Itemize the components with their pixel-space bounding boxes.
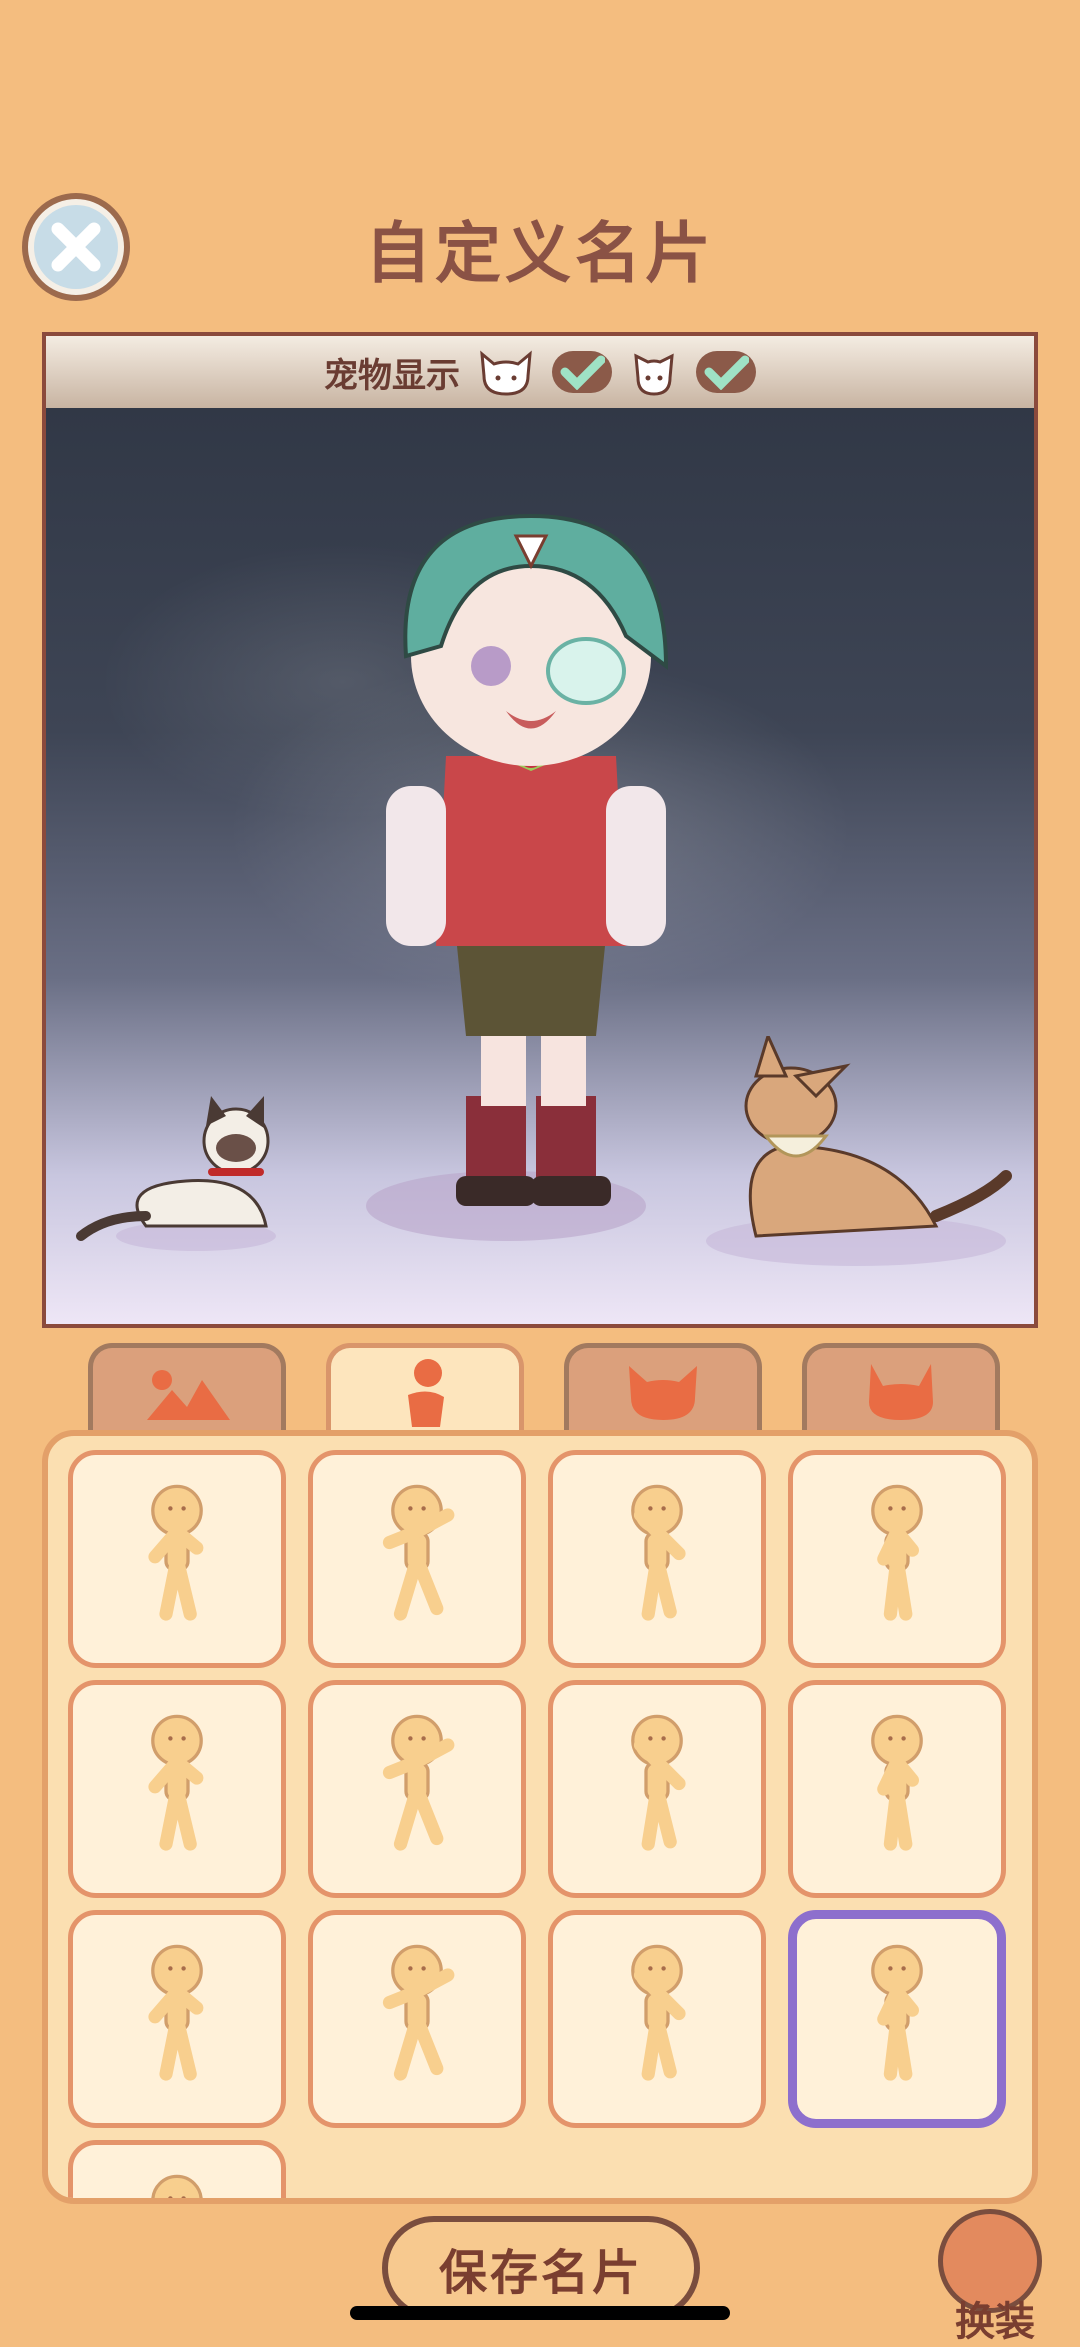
home-indicator	[350, 2306, 730, 2320]
pose-panel	[42, 1430, 1038, 2204]
page-title: 自定义名片	[365, 215, 715, 292]
check-icon	[704, 355, 749, 390]
save-card-button[interactable]: 保存名片	[382, 2216, 700, 2320]
dress-up-button[interactable]: 换装	[930, 2205, 1060, 2345]
pose-figure-icon	[631, 1484, 686, 1621]
pose-icon	[408, 1358, 444, 1427]
pose-option[interactable]	[68, 2140, 286, 2198]
cat-icon	[480, 350, 532, 396]
pose-option[interactable]	[788, 1450, 1006, 1668]
category-tabs	[88, 1343, 1000, 1435]
pose-option[interactable]	[548, 1910, 766, 2128]
pose-figure-icon	[382, 1484, 455, 1621]
background-icon	[147, 1369, 230, 1420]
pose-figure-icon	[871, 1714, 923, 1851]
tab-pose[interactable]	[326, 1343, 524, 1435]
pet-display-bar: 宠物显示	[46, 336, 1034, 408]
check-icon	[560, 355, 605, 390]
pose-grid	[68, 1450, 1006, 2198]
cat-icon	[629, 1365, 697, 1420]
pose-figure-icon	[631, 1714, 686, 1851]
tab-background[interactable]	[88, 1343, 286, 1435]
pose-option[interactable]	[788, 1910, 1006, 2128]
pose-option[interactable]	[308, 1680, 526, 1898]
pose-option[interactable]	[68, 1680, 286, 1898]
pose-figure-icon	[151, 2174, 203, 2198]
pose-option[interactable]	[68, 1450, 286, 1668]
pose-option[interactable]	[788, 1680, 1006, 1898]
pose-figure-icon	[148, 1484, 204, 1621]
cat-icon	[869, 1363, 933, 1420]
card-preview: 宠物显示	[42, 332, 1038, 1328]
pet-display-label: 宠物显示	[324, 355, 460, 396]
dog-pet	[706, 1036, 1012, 1266]
pose-option[interactable]	[68, 1910, 286, 2128]
cat-toggle[interactable]	[552, 351, 612, 393]
pose-figure-icon	[871, 1484, 923, 1621]
tab-cat[interactable]	[564, 1343, 762, 1435]
pose-figure-icon	[382, 1944, 455, 2081]
pose-option[interactable]	[308, 1450, 526, 1668]
cat-pet	[76, 1096, 276, 1251]
dog-toggle[interactable]	[696, 351, 756, 393]
pose-figure-icon	[382, 1714, 455, 1851]
pose-figure-icon	[148, 1944, 204, 2081]
dress-up-label: 换装	[955, 2299, 1035, 2345]
pose-option[interactable]	[548, 1680, 766, 1898]
pose-figure-icon	[148, 1714, 204, 1851]
pose-option[interactable]	[548, 1450, 766, 1668]
tab-cat-2[interactable]	[802, 1343, 1000, 1435]
pose-figure-icon	[871, 1944, 923, 2081]
pose-figure-icon	[631, 1944, 686, 2081]
pose-option[interactable]	[308, 1910, 526, 2128]
dog-icon	[634, 353, 674, 396]
